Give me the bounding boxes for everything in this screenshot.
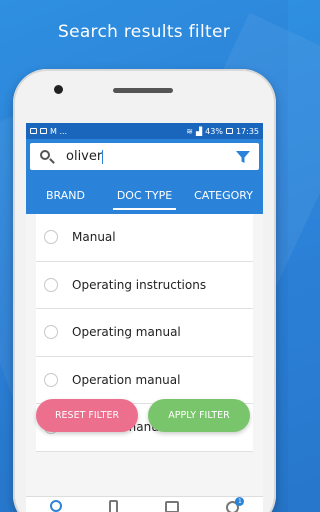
radio-button[interactable] <box>44 230 58 245</box>
tab-category[interactable]: CATEGORY <box>184 176 263 214</box>
apply-filter-button[interactable]: APPLY FILTER <box>148 399 250 432</box>
battery-icon <box>225 128 233 134</box>
list-item[interactable]: Operating manual <box>36 309 253 357</box>
list-item-label: Operation manual <box>72 372 181 387</box>
headline: Search results filter <box>57 22 230 42</box>
search-bar: oliver <box>30 143 259 170</box>
bottom-navigation: 1 <box>26 496 263 512</box>
tab-brand[interactable]: BRAND <box>26 176 105 214</box>
nav-device-icon[interactable] <box>108 500 118 512</box>
list-item[interactable]: Manual <box>36 214 253 262</box>
nav-book-icon[interactable] <box>165 501 180 512</box>
text-cursor <box>102 149 104 164</box>
image-icon <box>30 128 37 134</box>
search-input[interactable]: oliver <box>66 149 235 164</box>
radio-button[interactable] <box>44 372 58 387</box>
list-item-label: Operating manual <box>72 325 181 340</box>
camera-icon <box>54 85 63 94</box>
reset-filter-button[interactable]: RESET FILTER <box>36 399 138 432</box>
nav-settings-icon[interactable]: 1 <box>226 497 245 512</box>
nav-search-icon[interactable] <box>49 500 62 512</box>
battery-percent: 43% <box>205 126 223 136</box>
search-icon[interactable] <box>38 148 56 166</box>
status-time: 17:35 <box>235 126 259 136</box>
video-icon <box>40 128 47 134</box>
wifi-icon: ≋ <box>186 126 193 136</box>
tab-doc-type[interactable]: DOC TYPE <box>105 176 184 214</box>
list-item-label: Manual <box>72 230 116 245</box>
signal-icon: ▟ <box>196 126 203 136</box>
radio-button[interactable] <box>44 325 58 340</box>
doc-type-list: Manual Operating instructions Operating … <box>26 214 263 512</box>
app-screen: M ... ≋ ▟ 43% 17:35 oliver BRAND DOC TYP… <box>26 123 263 512</box>
search-area: oliver <box>26 139 263 176</box>
radio-button[interactable] <box>44 277 58 292</box>
status-notifications: M ... <box>50 126 68 136</box>
speaker-grill <box>113 88 173 93</box>
list-item[interactable]: Operation manual <box>36 357 253 404</box>
list-item[interactable]: Operating instructions <box>36 262 253 309</box>
phone-frame: M ... ≋ ▟ 43% 17:35 oliver BRAND DOC TYP… <box>13 69 276 512</box>
search-input-value: oliver <box>66 149 103 164</box>
notification-badge: 1 <box>235 497 245 506</box>
filter-icon[interactable] <box>235 149 251 165</box>
list-item-label: Operating instructions <box>72 277 207 292</box>
status-bar: M ... ≋ ▟ 43% 17:35 <box>26 123 263 139</box>
filter-tabs: BRAND DOC TYPE CATEGORY <box>26 176 263 214</box>
